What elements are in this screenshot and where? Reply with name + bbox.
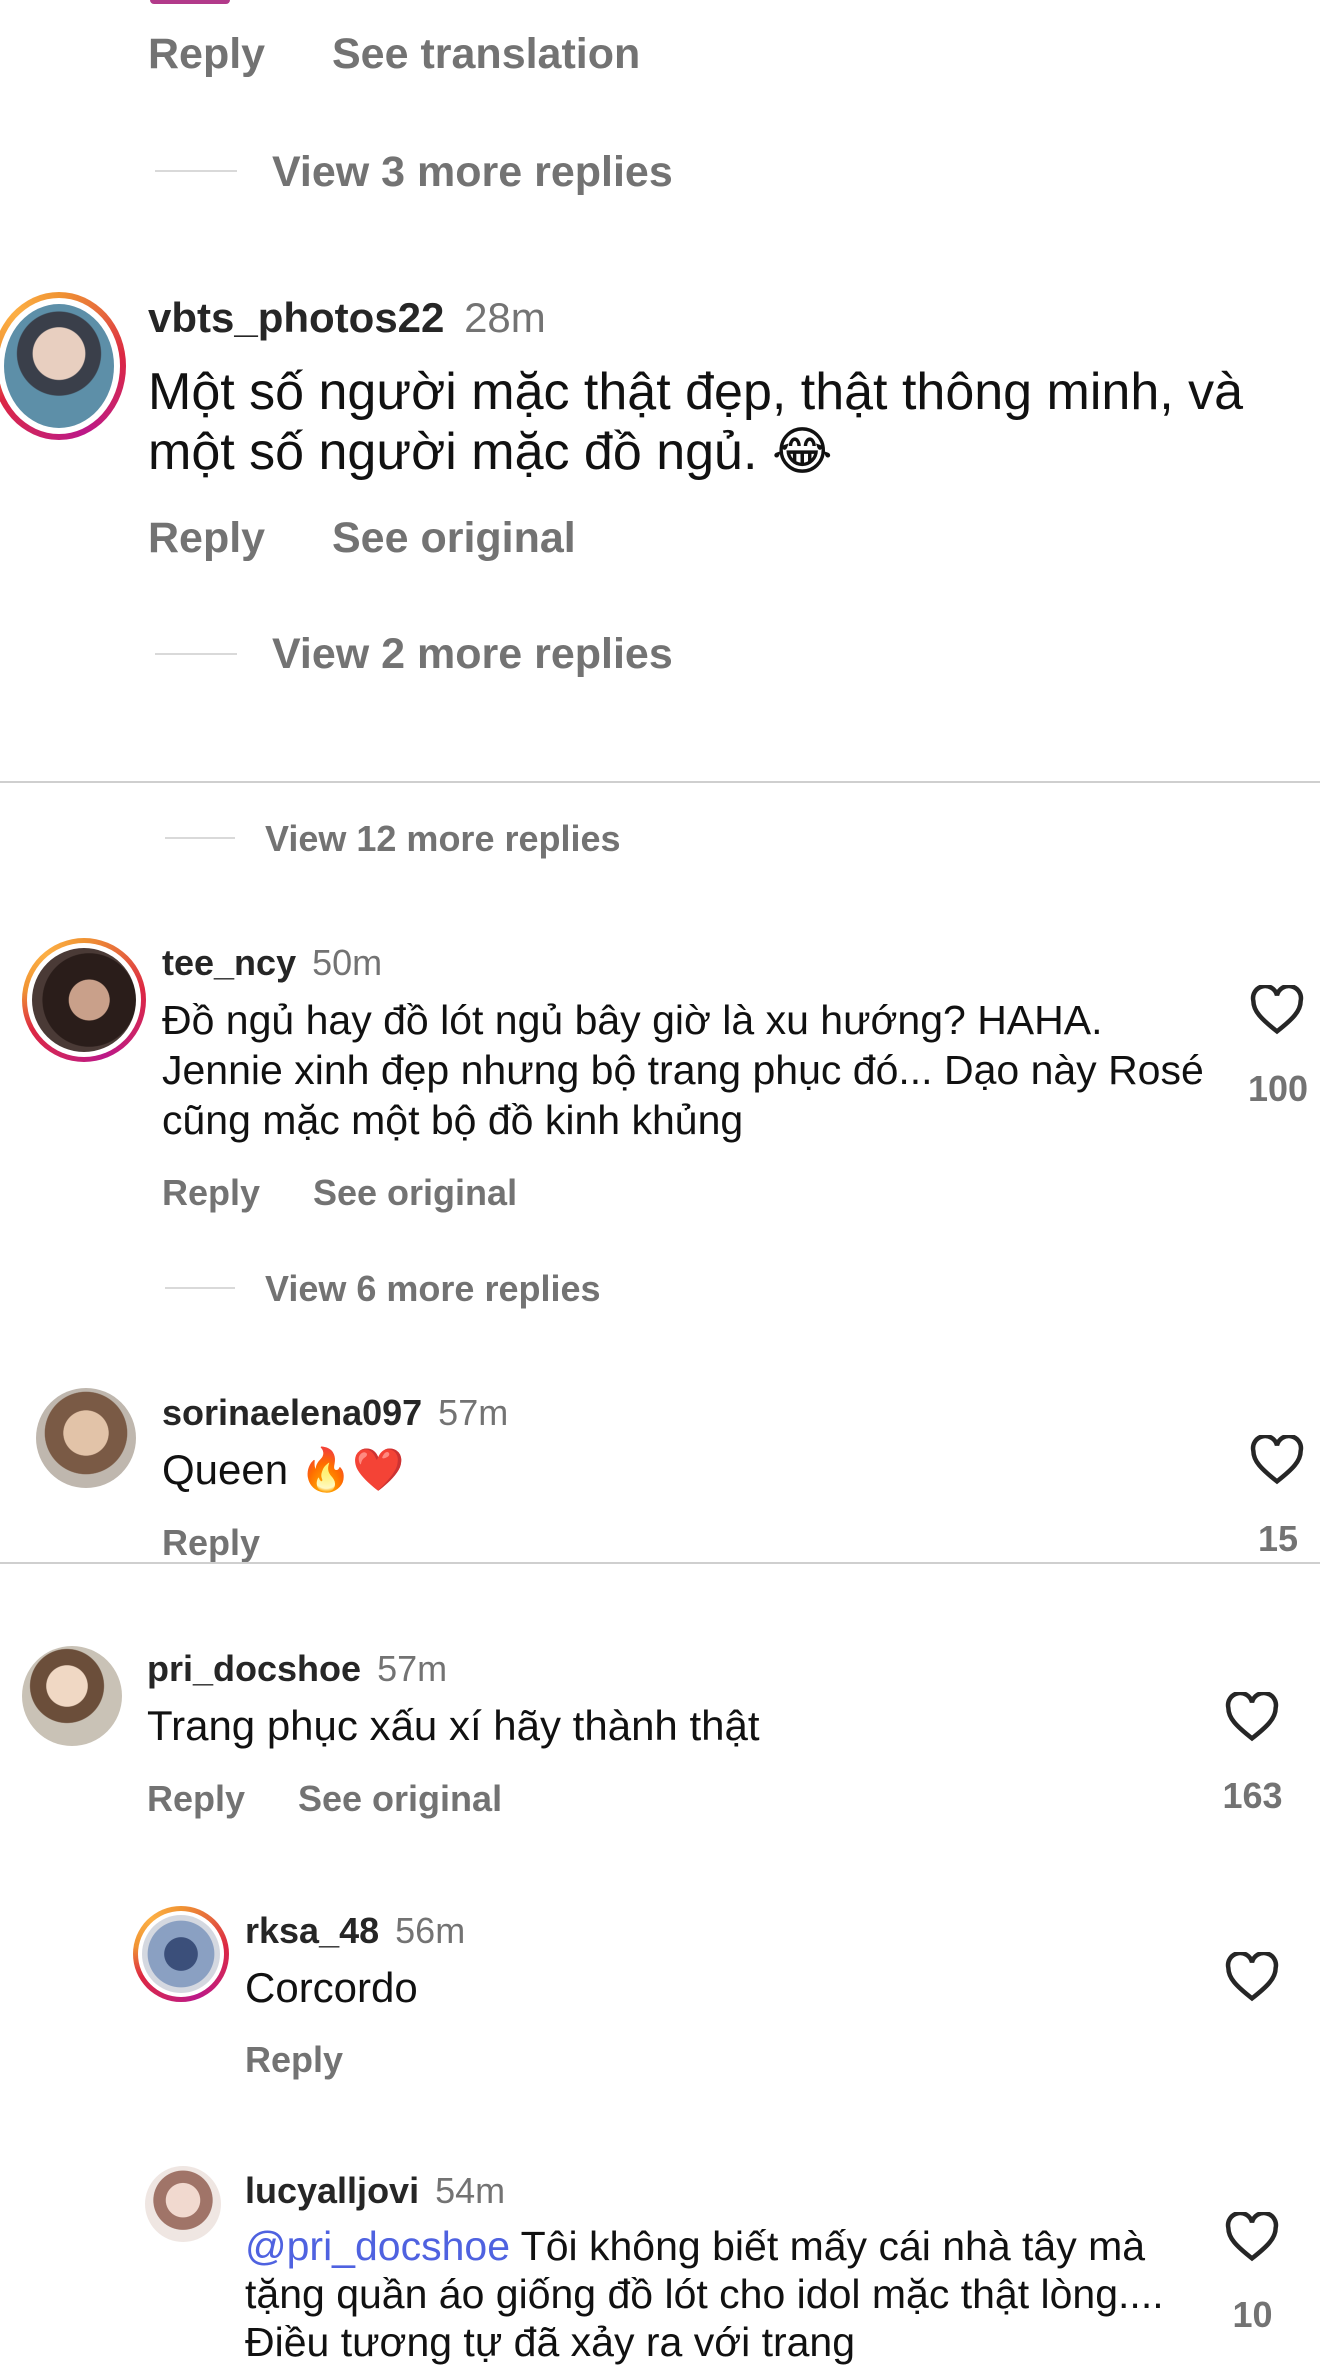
comment-text: Đồ ngủ hay đồ lót ngủ bây giờ là xu hướn…: [162, 997, 1204, 1143]
comment-text: Queen 🔥❤️: [162, 1446, 405, 1493]
timestamp: 54m: [435, 2170, 506, 2211]
story-ring[interactable]: [22, 938, 146, 1062]
comment-header: vbts_photos22 28m: [148, 294, 546, 342]
comment-header: pri_docshoe 57m: [147, 1648, 447, 1690]
comment-text: Corcordo: [245, 1964, 418, 2011]
like-count: 100: [1247, 1068, 1309, 1109]
replies-line: [165, 837, 235, 839]
cropped-avatar-fragment: [150, 0, 230, 4]
replies-line: [165, 1287, 235, 1289]
avatar[interactable]: [22, 1646, 122, 1746]
comment-text: Trang phục xấu xí hãy thành thật: [147, 1702, 760, 1749]
emoji: 😂: [771, 423, 833, 481]
heart-icon[interactable]: [1225, 2212, 1279, 2262]
comment-header: tee_ncy 50m: [162, 942, 382, 984]
comment-header: rksa_48 56m: [245, 1910, 465, 1952]
emoji: 🔥❤️: [299, 1446, 405, 1493]
timestamp: 50m: [312, 942, 383, 983]
replies-line: [155, 170, 237, 172]
view-more-replies-button[interactable]: View 12 more replies: [265, 818, 621, 860]
like-count: 15: [1257, 1518, 1299, 1559]
view-more-replies-button[interactable]: View 3 more replies: [272, 148, 673, 197]
username[interactable]: vbts_photos22: [148, 294, 444, 341]
story-ring[interactable]: [0, 292, 126, 440]
reply-button[interactable]: Reply: [147, 1778, 245, 1820]
comment-text: Một số người mặc thật đẹp, thật thông mi…: [148, 363, 1244, 481]
reply-button[interactable]: Reply: [245, 2039, 343, 2081]
username[interactable]: pri_docshoe: [147, 1648, 361, 1689]
comment-header: lucyalljovi 54m: [245, 2170, 505, 2212]
reply-button[interactable]: Reply: [162, 1522, 260, 1564]
screenshot-divider: [0, 781, 1320, 783]
reply-button[interactable]: Reply: [148, 30, 265, 79]
view-more-replies-button[interactable]: View 2 more replies: [272, 630, 673, 679]
timestamp: 57m: [377, 1648, 448, 1689]
username[interactable]: sorinaelena097: [162, 1392, 422, 1433]
timestamp: 56m: [395, 1910, 466, 1951]
timestamp: 28m: [464, 294, 546, 341]
username[interactable]: tee_ncy: [162, 942, 296, 983]
like-count: 10: [1232, 2294, 1273, 2335]
screenshot-divider: [0, 1562, 1320, 1564]
see-original-button[interactable]: See original: [313, 1172, 517, 1214]
avatar: [142, 1915, 220, 1993]
see-original-button[interactable]: See original: [332, 514, 576, 563]
avatar[interactable]: [36, 1388, 136, 1488]
avatar: [32, 948, 136, 1052]
avatar[interactable]: [145, 2166, 221, 2242]
see-translation-button[interactable]: See translation: [332, 30, 640, 79]
heart-icon[interactable]: [1250, 1435, 1304, 1485]
username[interactable]: lucyalljovi: [245, 2170, 419, 2211]
story-ring[interactable]: [133, 1906, 229, 2002]
reply-button[interactable]: Reply: [148, 514, 265, 563]
heart-icon[interactable]: [1250, 985, 1304, 1035]
heart-icon[interactable]: [1225, 1952, 1279, 2002]
username[interactable]: rksa_48: [245, 1910, 379, 1951]
comment-text: @pri_docshoe Tôi không biết mấy cái nhà …: [245, 2223, 1164, 2365]
view-more-replies-button[interactable]: View 6 more replies: [265, 1268, 601, 1310]
comment-header: sorinaelena097 57m: [162, 1392, 508, 1434]
mention-link[interactable]: @pri_docshoe: [245, 2223, 510, 2269]
timestamp: 57m: [438, 1392, 509, 1433]
see-original-button[interactable]: See original: [298, 1778, 502, 1820]
replies-line: [155, 653, 237, 655]
like-count: 163: [1222, 1775, 1283, 1816]
avatar: [4, 304, 114, 428]
heart-icon[interactable]: [1225, 1692, 1279, 1742]
reply-button[interactable]: Reply: [162, 1172, 260, 1214]
